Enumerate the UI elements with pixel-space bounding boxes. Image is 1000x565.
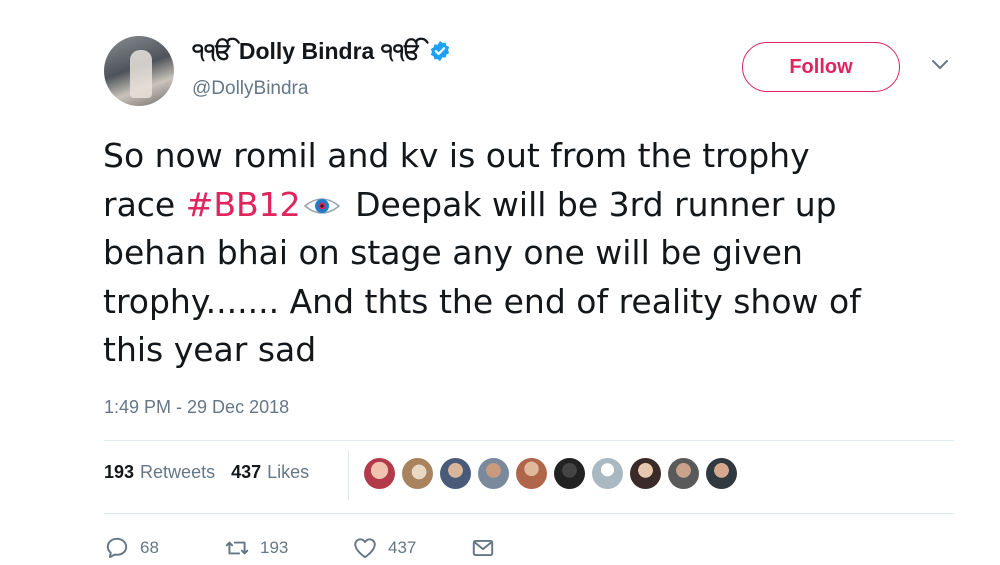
liker-avatar[interactable] [364, 458, 395, 489]
author-name-row[interactable]: ੧ੴ Dolly Bindra ੧ੴ [192, 34, 451, 68]
divider [104, 513, 954, 514]
user-handle[interactable]: @DollyBindra [192, 78, 308, 100]
hashtag-link[interactable]: #BB12 [186, 185, 301, 224]
reply-count[interactable]: 68 [140, 538, 159, 558]
liker-avatar[interactable] [516, 458, 547, 489]
retweet-icon[interactable] [224, 535, 250, 561]
chevron-down-icon[interactable] [930, 58, 950, 72]
liker-avatar[interactable] [554, 458, 585, 489]
retweets-count[interactable]: 193 [104, 462, 134, 483]
liker-avatar[interactable] [402, 458, 433, 489]
like-count[interactable]: 437 [388, 538, 416, 558]
follow-button[interactable]: Follow [742, 42, 900, 92]
tweet-text: So now romil and kv is out from the trop… [103, 132, 973, 375]
likes-count[interactable]: 437 [231, 462, 261, 483]
liker-avatars [364, 458, 737, 489]
envelope-icon[interactable] [470, 535, 496, 561]
retweet-count[interactable]: 193 [260, 538, 288, 558]
divider [104, 440, 954, 441]
like-action[interactable]: 437 [352, 533, 416, 563]
tweet-timestamp[interactable]: 1:49 PM - 29 Dec 2018 [104, 397, 289, 418]
liker-avatar[interactable] [592, 458, 623, 489]
stats-separator [348, 450, 349, 500]
liker-avatar[interactable] [630, 458, 661, 489]
retweet-action[interactable]: 193 [224, 533, 288, 563]
retweets-label[interactable]: Retweets [140, 462, 215, 483]
engagement-stats: 193 Retweets 437 Likes [104, 462, 309, 483]
liker-avatar[interactable] [706, 458, 737, 489]
likes-label[interactable]: Likes [267, 462, 309, 483]
verified-badge-icon [431, 40, 450, 62]
direct-message-action[interactable] [470, 533, 496, 563]
eye-emoji-icon [303, 198, 340, 214]
reply-icon[interactable] [104, 535, 130, 561]
profile-avatar[interactable] [104, 36, 174, 106]
liker-avatar[interactable] [478, 458, 509, 489]
reply-action[interactable]: 68 [104, 533, 159, 563]
heart-icon[interactable] [352, 535, 378, 561]
liker-avatar[interactable] [440, 458, 471, 489]
display-name[interactable]: ੧ੴ Dolly Bindra ੧ੴ [192, 38, 421, 65]
liker-avatar[interactable] [668, 458, 699, 489]
